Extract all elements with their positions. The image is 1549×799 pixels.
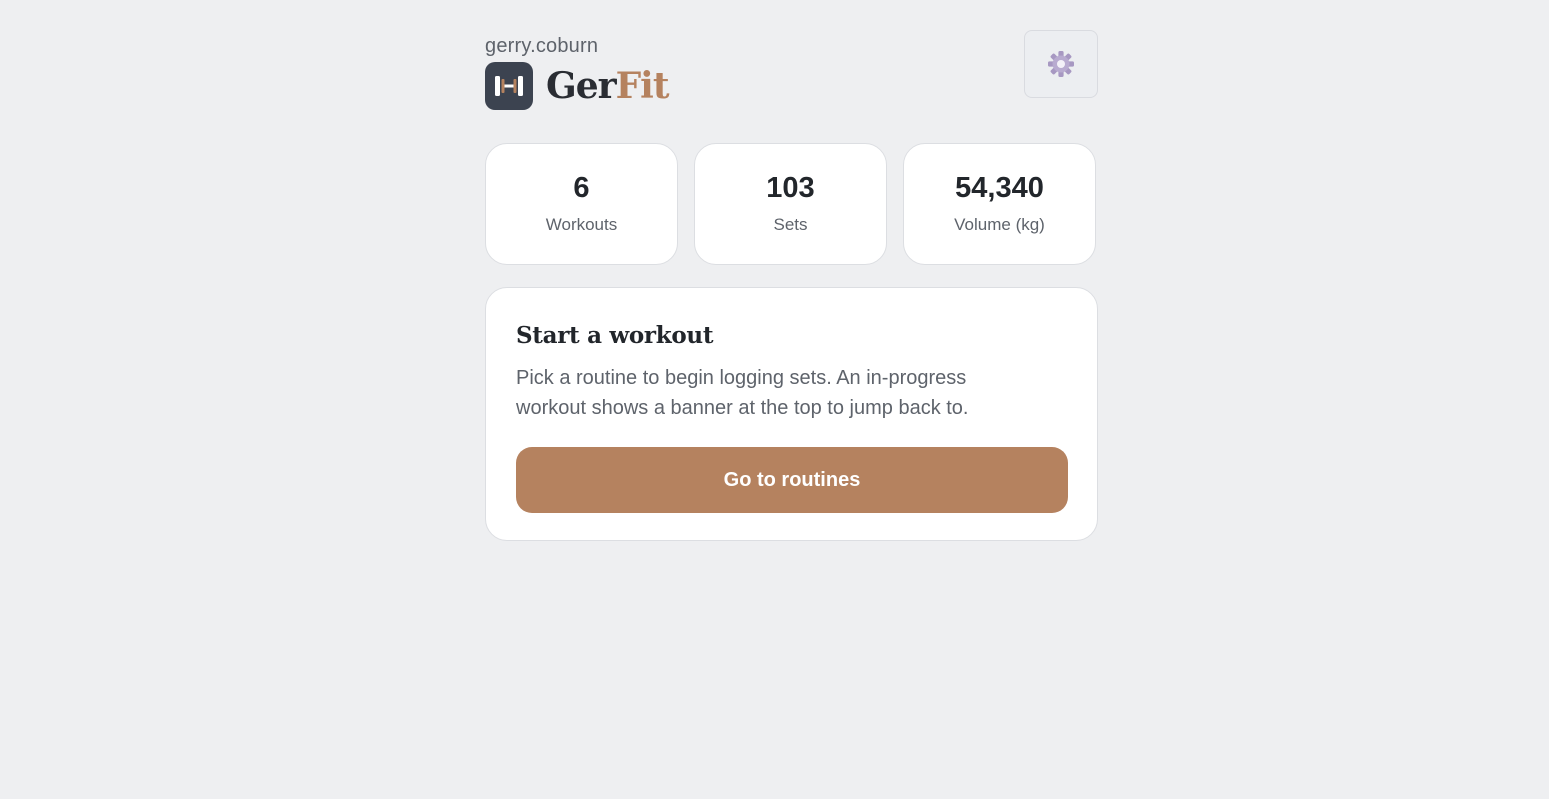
stat-label: Sets: [773, 215, 808, 234]
app-name: GerFit: [546, 62, 669, 110]
go-to-routines-button[interactable]: Go to routines: [516, 447, 1068, 513]
stat-label: Volume (kg): [954, 215, 1045, 234]
gear-icon: [1048, 51, 1074, 77]
app-name-part2: Fit: [615, 65, 670, 107]
dumbbell-icon: [495, 76, 523, 96]
stat-card-sets: 103 Sets: [694, 143, 887, 265]
logo: [485, 62, 533, 110]
app-name-part1: Ger: [546, 65, 617, 107]
stat-card-volume: 54,340 Volume (kg): [903, 143, 1096, 265]
stat-value: 103: [766, 172, 815, 204]
start-workout-card: Start a workout Pick a routine to begin …: [485, 287, 1098, 541]
brand[interactable]: GerFit: [485, 62, 669, 110]
username: gerry.coburn: [485, 35, 599, 57]
stat-value: 6: [573, 172, 590, 204]
stat-card-workouts: 6 Workouts: [485, 143, 678, 265]
stats-row: 6 Workouts 103 Sets 54,340 Volume (kg): [485, 143, 1098, 265]
settings-button[interactable]: [1024, 30, 1098, 98]
card-description: Pick a routine to begin logging sets. An…: [516, 367, 969, 419]
card-title: Start a workout: [516, 322, 714, 349]
header: gerry.coburn GerFit: [485, 0, 1098, 143]
stat-value: 54,340: [955, 172, 1044, 204]
main-container: gerry.coburn GerFit 6 Workouts 103 Sets …: [485, 0, 1098, 541]
stat-label: Workouts: [545, 215, 618, 234]
